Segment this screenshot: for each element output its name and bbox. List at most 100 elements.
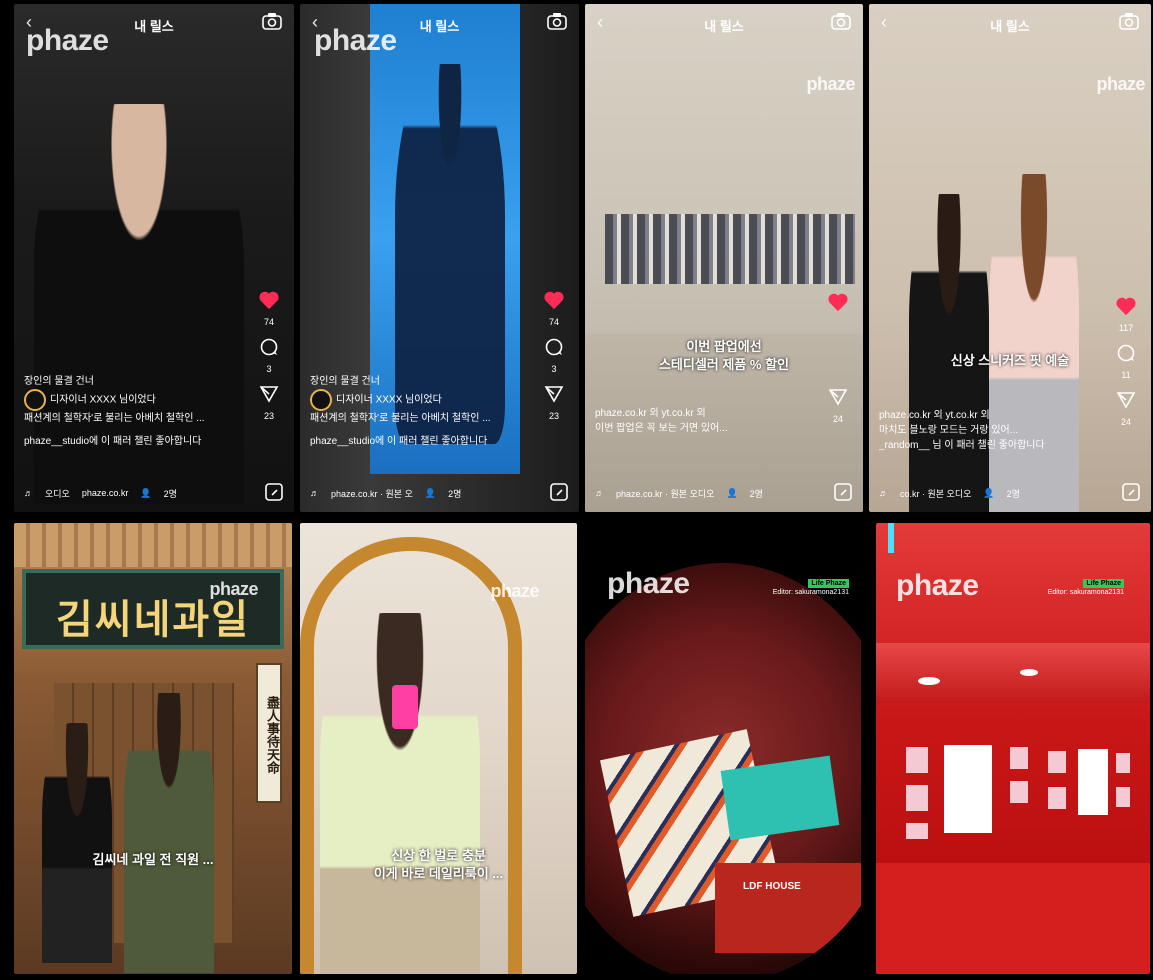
music-icon: ♬	[310, 488, 319, 498]
video-caption-line-2: 스테디셀러 제품 % 할인	[658, 357, 790, 372]
link-label[interactable]: co.kr · 원본 오디오	[900, 487, 971, 500]
camera-icon[interactable]	[547, 12, 567, 30]
title-line: 디자이너 XXXX 님이었다	[336, 394, 442, 406]
reel-tile-8[interactable]: phaze Life Phaze Editor: sakuramona2131	[876, 523, 1150, 974]
camera-icon[interactable]	[262, 12, 282, 30]
like-count: 74	[548, 317, 559, 327]
editor-name: Editor: sakuramona2131	[1047, 589, 1124, 597]
link-line[interactable]: phaze.co.kr 외 yt.co.kr 외	[595, 406, 815, 421]
brand-watermark: phaze	[490, 581, 539, 601]
reel-tile-2[interactable]: phaze ‹ 내 릴스 74 3 23 장인의 물결 건너 디자이너 XXXX…	[300, 4, 579, 512]
share-count: 24	[1120, 417, 1131, 427]
person-man	[124, 693, 214, 973]
editor-tag: Life Phaze Editor: sakuramona2131	[1048, 579, 1124, 597]
wall-frames	[900, 741, 1132, 841]
share-icon	[1116, 392, 1136, 409]
screen-title: 내 릴스	[134, 19, 174, 34]
bottom-bar: ♬ phaze.co.kr · 원본 오디오 👤 2명	[595, 484, 855, 502]
like-count: 74	[263, 317, 274, 327]
music-line: _random__ 님 이 패러 챌린 좋아합니다	[879, 440, 1045, 451]
screen-title: 내 릴스	[704, 19, 744, 34]
people-icon: 👤	[424, 487, 437, 498]
description-line: 마치도 블노랑 모드는 거랑 있어...	[879, 425, 1019, 436]
brand-watermark: phaze	[209, 579, 258, 599]
description-line: 패션계의 철학자'로 불리는 아베치 철학인 ...	[24, 413, 205, 424]
comment-icon	[260, 338, 278, 356]
avatar[interactable]	[310, 389, 332, 411]
people-count: 2명	[749, 488, 763, 499]
caption-tag: 장인의 물결 건너	[310, 376, 380, 387]
like-button[interactable]: 117	[1111, 296, 1141, 333]
reel-info: phaze.co.kr 외 yt.co.kr 외 이번 팝업은 꼭 보는 거면 …	[595, 406, 815, 436]
cyan-strip	[888, 523, 894, 553]
reel-tile-5[interactable]: 김씨네과일 phaze 盡人事待天命 김씨네 과일 전 직원 ...	[14, 523, 292, 974]
reel-tile-6[interactable]: phaze 신상 한 벌로 충분 이게 바로 데일리룩이 ...	[300, 523, 577, 974]
screen-title: 내 릴스	[419, 19, 460, 34]
screen-title: 내 릴스	[990, 19, 1030, 34]
music-icon: ♬	[24, 488, 33, 498]
reel-tile-4[interactable]: phaze ‹ 내 릴스 신상 스니커즈 핏 예술 117 11 24 phaz…	[869, 4, 1151, 512]
store-front	[715, 863, 861, 953]
music-icon: ♬	[595, 488, 604, 498]
description-line: 패션계의 철학자'로 불리는 아베치 철학인 ...	[310, 413, 491, 424]
link-line[interactable]: phaze.co.kr 외 yt.co.kr 외	[879, 408, 1103, 423]
avatar[interactable]	[24, 389, 46, 411]
reel-info: phaze.co.kr 외 yt.co.kr 외 마치도 블노랑 모드는 거랑 …	[879, 408, 1103, 453]
edit-icon[interactable]	[833, 482, 853, 502]
comment-count: 11	[1121, 370, 1131, 380]
comment-button[interactable]: 11	[1111, 343, 1141, 380]
video-caption: 신상 스니커즈 핏 예술	[950, 353, 1070, 368]
store-sign-label: LDF HOUSE	[743, 881, 801, 892]
top-bar: ‹ 내 릴스	[869, 10, 1151, 38]
share-button[interactable]: 23	[254, 384, 284, 421]
audio-label[interactable]: 오디오	[45, 487, 70, 500]
like-button[interactable]: 74	[539, 290, 569, 327]
edit-icon[interactable]	[264, 482, 284, 502]
person-mirror	[320, 613, 480, 974]
bottom-bar: ♬ co.kr · 원본 오디오 👤 2명	[879, 484, 1143, 502]
top-bar: ‹ 내 릴스	[585, 10, 863, 38]
bottom-bar: ♬ 오디오 phaze.co.kr 👤 2명	[24, 484, 286, 502]
link-label[interactable]: phaze.co.kr	[82, 488, 129, 498]
edit-icon[interactable]	[549, 482, 569, 502]
heart-icon	[828, 293, 848, 312]
like-count: 117	[1118, 323, 1134, 333]
camera-icon[interactable]	[831, 12, 851, 30]
link-label[interactable]: phaze.co.kr · 원본 오	[331, 487, 413, 500]
comment-count: 3	[551, 364, 557, 374]
brand-watermark: phaze	[896, 569, 979, 602]
heart-icon	[259, 291, 279, 310]
heart-icon	[544, 291, 564, 310]
ceiling-light	[1020, 669, 1038, 676]
comment-button[interactable]: 3	[254, 337, 284, 374]
music-icon: ♬	[879, 488, 888, 498]
title-line: 디자이너 XXXX 님이었다	[50, 394, 156, 406]
like-button[interactable]	[823, 292, 853, 317]
like-button[interactable]: 74	[254, 290, 284, 327]
link-label[interactable]: phaze.co.kr · 원본 오디오	[616, 487, 714, 500]
people-count: 2명	[1006, 488, 1020, 499]
video-caption-line-2: 이게 바로 데일리룩이 ...	[373, 866, 504, 881]
editor-tag: Life Phaze Editor: sakuramona2131	[773, 579, 849, 597]
share-icon	[828, 389, 848, 406]
camera-icon[interactable]	[1119, 12, 1139, 30]
reel-tile-3[interactable]: phaze ‹ 내 릴스 이번 팝업에선 스테디셀러 제품 % 할인 24 ph…	[585, 4, 863, 512]
edit-icon[interactable]	[1121, 482, 1141, 502]
reel-tile-1[interactable]: phaze ‹ 내 릴스 74 3 23 장인의 물결 건너 디자이너 XXXX…	[14, 4, 294, 512]
people-count: 2명	[163, 488, 177, 499]
comment-icon	[545, 338, 563, 356]
music-line: phaze__studio에 이 패러 챌린 좋아합니다	[310, 436, 488, 447]
clothing-rack	[605, 214, 855, 284]
share-button[interactable]: 23	[539, 384, 569, 421]
music-line: phaze__studio에 이 패러 챌린 좋아합니다	[24, 436, 202, 447]
video-caption: 김씨네 과일 전 직원 ...	[92, 852, 214, 867]
action-column: 24	[823, 292, 853, 434]
share-icon	[259, 386, 279, 403]
share-button[interactable]: 24	[1111, 390, 1141, 427]
red-floor	[876, 863, 1150, 974]
reel-tile-7[interactable]: LDF HOUSE phaze Life Phaze Editor: sakur…	[585, 523, 861, 974]
share-button[interactable]: 24	[823, 387, 853, 424]
heart-icon	[1116, 297, 1136, 316]
comment-button[interactable]: 3	[539, 337, 569, 374]
people-icon: 👤	[726, 487, 738, 498]
